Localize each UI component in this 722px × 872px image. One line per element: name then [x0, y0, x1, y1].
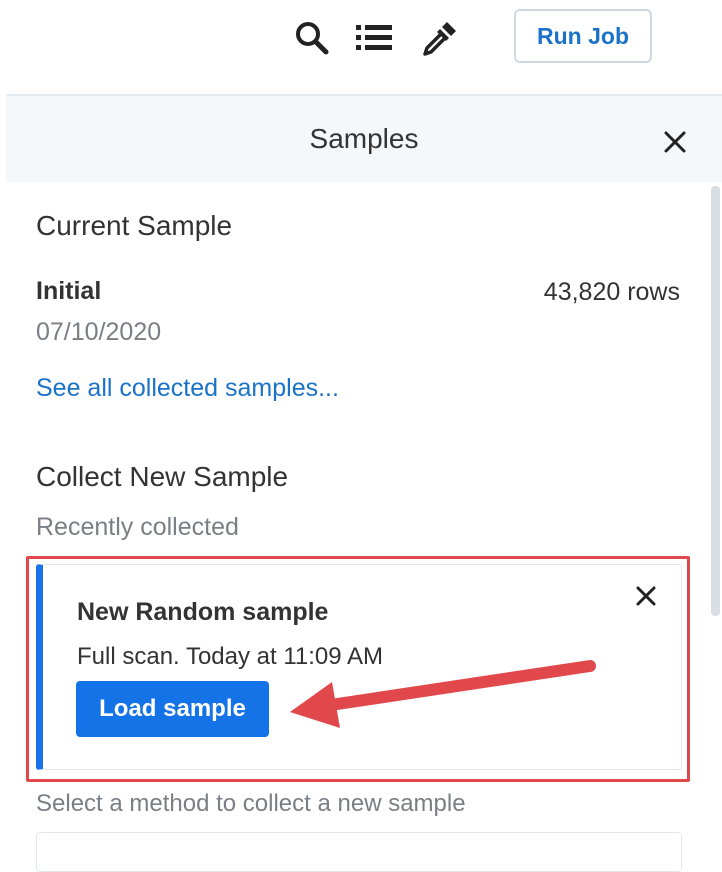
list-icon[interactable]: [354, 18, 394, 58]
see-all-samples-link[interactable]: See all collected samples...: [36, 374, 339, 403]
recently-collected-label: Recently collected: [36, 513, 239, 541]
toolbar: Run Job: [0, 0, 722, 95]
recent-sample-title: New Random sample: [77, 598, 329, 626]
samples-panel-header: Samples: [6, 96, 722, 182]
current-sample-rows: 43,820 rows: [543, 278, 680, 306]
close-icon[interactable]: [660, 127, 690, 157]
eyedropper-icon[interactable]: [420, 18, 460, 58]
method-select-box[interactable]: [36, 832, 682, 872]
panel-scrollbar[interactable]: [711, 186, 720, 616]
load-sample-button[interactable]: Load sample: [76, 681, 269, 737]
current-sample-name: Initial: [36, 277, 102, 305]
run-job-button[interactable]: Run Job: [514, 9, 652, 63]
dismiss-icon[interactable]: [632, 582, 660, 610]
collect-new-sample-heading: Collect New Sample: [36, 461, 289, 492]
current-sample-date: 07/10/2020: [36, 318, 162, 346]
select-method-label: Select a method to collect a new sample: [36, 790, 466, 817]
current-sample-heading: Current Sample: [36, 210, 233, 241]
panel-title: Samples: [309, 123, 419, 154]
search-icon[interactable]: [292, 18, 332, 58]
annotation-arrow: [282, 652, 602, 732]
